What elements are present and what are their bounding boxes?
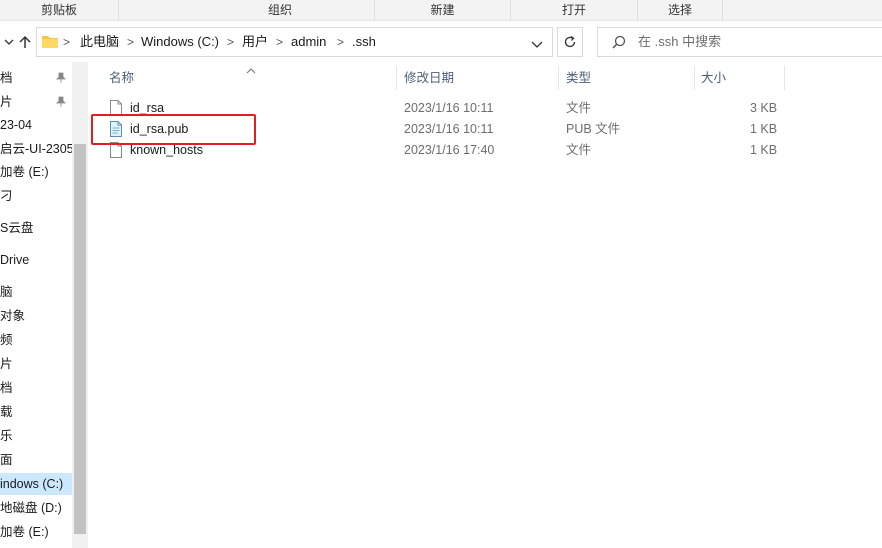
nav-scrollbar-thumb[interactable] [74,144,86,534]
nav-scrollbar[interactable] [72,62,88,548]
nav-item[interactable]: 乐 [0,425,72,447]
ribbon-group-open: 打开 [561,3,586,17]
file-modified: 2023/1/16 17:40 [404,143,495,157]
breadcrumb-admin[interactable]: admin [291,28,326,56]
nav-item-label: 档 [0,71,13,85]
column-divider[interactable] [396,66,397,90]
column-divider[interactable] [784,66,785,90]
nav-item-label: 加卷 (E:) [0,525,49,539]
ribbon-group-new: 新建 [430,3,455,17]
nav-item-label: 载 [0,405,13,419]
nav-item[interactable]: Drive [0,249,72,271]
breadcrumb-users[interactable]: 用户 [242,28,268,56]
nav-item-label: Drive [0,253,30,267]
nav-item[interactable]: 23-04 [0,114,72,136]
highlight-annotation-box [91,114,256,145]
breadcrumb-separator[interactable]: > [337,28,344,56]
file-modified: 2023/1/16 10:11 [404,101,494,115]
ribbon-divider [722,0,723,20]
nav-item-label: 面 [0,453,13,467]
nav-item[interactable]: 档 [0,67,72,89]
nav-item[interactable]: 启云-UI-2305 [0,138,72,160]
column-header-size[interactable]: 大小 [701,66,726,90]
breadcrumb-separator[interactable]: > [127,28,134,56]
nav-item[interactable]: 片 [0,353,72,375]
address-bar[interactable]: > 此电脑 > Windows (C:) > 用户 > admin > .ssh [36,27,553,57]
column-header-modified[interactable]: 修改日期 [404,66,454,90]
nav-item[interactable]: 片 [0,91,72,113]
breadcrumb-this-pc[interactable]: 此电脑 [80,28,119,56]
nav-item-label: 加卷 (E:) [0,165,49,179]
nav-item-label: 刁 [0,189,13,203]
nav-item-label: S云盘 [0,221,34,235]
nav-item-label: 启云-UI-2305 [0,142,72,156]
breadcrumb-windows-c[interactable]: Windows (C:) [141,28,219,56]
column-divider[interactable] [558,66,559,90]
nav-item[interactable]: 地磁盘 (D:) [0,497,72,519]
column-header-type[interactable]: 类型 [566,66,591,90]
nav-item[interactable]: 频 [0,329,72,351]
nav-item-label: 片 [0,95,13,109]
nav-item-label: 地磁盘 (D:) [0,501,62,515]
nav-item-label: 23-04 [0,118,32,132]
nav-item[interactable]: 刁 [0,185,72,207]
file-type: PUB 文件 [566,122,621,136]
nav-item[interactable]: 加卷 (E:) [0,161,72,183]
column-header-name[interactable]: 名称 [109,66,134,90]
nav-item-label: 档 [0,381,13,395]
nav-item-label: 频 [0,333,13,347]
nav-item-selected[interactable]: indows (C:) [0,473,72,495]
breadcrumb-separator[interactable]: > [63,28,70,56]
file-size: 1 KB [750,122,778,136]
nav-item[interactable]: 面 [0,449,72,471]
nav-item[interactable]: 对象 [0,305,72,327]
nav-item-label: 脑 [0,285,13,299]
refresh-button[interactable] [557,27,583,57]
address-dropdown-chevron-icon[interactable] [531,38,543,48]
folder-icon [42,34,58,48]
file-modified: 2023/1/16 10:11 [404,122,494,136]
pin-icon [56,96,66,107]
breadcrumb-ssh[interactable]: .ssh [352,28,376,56]
breadcrumb-separator[interactable]: > [227,28,234,56]
refresh-icon [564,35,576,48]
sort-up-chevron-icon [246,63,256,77]
column-divider[interactable] [694,66,695,90]
up-arrow-icon[interactable] [16,33,34,51]
nav-item[interactable]: 脑 [0,281,72,303]
ribbon-group-select: 选择 [667,3,692,17]
nav-item[interactable]: 加卷 (E:) [0,521,72,543]
nav-item[interactable]: 档 [0,377,72,399]
nav-item-label: 乐 [0,429,13,443]
file-size: 1 KB [750,143,778,157]
search-icon [612,35,626,52]
pin-icon [56,72,66,83]
nav-item-label: indows (C:) [0,477,64,491]
ribbon-group-labels: 剪贴板 组织 新建 打开 选择 [0,0,882,21]
file-type: 文件 [566,101,592,115]
breadcrumb-separator[interactable]: > [276,28,283,56]
nav-item-label: 片 [0,357,13,371]
nav-item[interactable]: S云盘 [0,217,72,239]
nav-item[interactable]: 载 [0,401,72,423]
file-size: 3 KB [750,101,778,115]
search-input[interactable]: 在 .ssh 中搜索 [597,27,882,57]
navigation-pane[interactable]: 档 片 23-04 启云-UI-2305 加卷 (E:) 刁 S云盘 Drive… [0,62,72,548]
ribbon-group-clipboard: 剪贴板 [40,3,77,17]
nav-item-label: 对象 [0,309,26,323]
file-type: 文件 [566,143,592,157]
search-placeholder: 在 .ssh 中搜索 [638,34,722,49]
